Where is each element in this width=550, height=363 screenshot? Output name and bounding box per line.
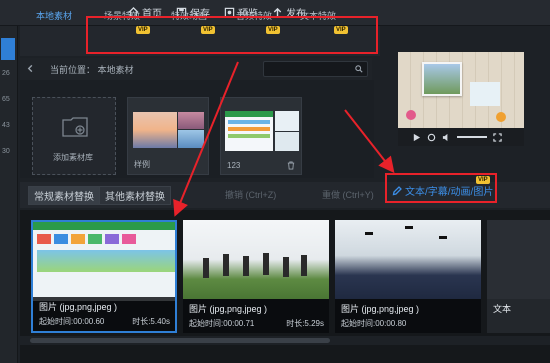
thumbnail-pink [178, 112, 204, 129]
thumbnail-webpage [225, 111, 273, 151]
rail-number: 65 [2, 96, 10, 103]
volume-icon[interactable] [442, 133, 451, 142]
volume-slider[interactable] [457, 136, 487, 138]
rail-number: 30 [2, 148, 10, 155]
tab-local-materials[interactable]: 本地素材 [36, 0, 72, 30]
player-controls [398, 128, 524, 146]
redo-button[interactable]: 重做 (Ctrl+Y) [322, 188, 374, 201]
search-icon [355, 65, 363, 73]
frame-start: 起始时间:00:00.80 [341, 319, 407, 328]
decor-flower [496, 112, 506, 122]
tab-other-replace[interactable]: 其他素材替换 [99, 186, 171, 205]
rail-number: 26 [2, 70, 10, 77]
frame-thumbnail-graduation [335, 220, 481, 299]
breadcrumb-value: 本地素材 [97, 65, 134, 75]
thumbnail-blue [178, 130, 204, 148]
breadcrumb: 当前位置： 本地素材 [50, 63, 134, 76]
folder-label: 123 [227, 161, 241, 170]
timeline-frame[interactable]: 图片 (jpg,png,jpeg ) 起始时间:00:00.80 [335, 220, 481, 333]
preview-canvas[interactable] [398, 52, 524, 128]
frame-type: 图片 (jpg,png,jpeg ) [189, 304, 268, 314]
trash-icon[interactable] [287, 161, 295, 170]
scrollbar-thumb[interactable] [30, 338, 330, 343]
play-icon[interactable] [412, 133, 421, 142]
tab-label: 常规素材替换 [34, 192, 94, 203]
left-rail: 26 65 43 30 [0, 26, 18, 363]
photo-small [470, 82, 500, 106]
redo-label: 重做 (Ctrl+Y) [322, 190, 374, 200]
folder-label: 样例 [134, 160, 150, 169]
breadcrumb-label: 当前位置： [50, 65, 96, 75]
photo-frame [422, 62, 462, 96]
text-button-label: 文本/字幕/动画/图片 [405, 187, 494, 198]
timeline-frame-text[interactable]: 文本 [487, 220, 550, 333]
text-subtitle-button[interactable]: 文本/字幕/动画/图片 [392, 183, 493, 198]
tab-regular-replace[interactable]: 常规素材替换 [28, 186, 100, 205]
frame-type: 文本 [493, 304, 512, 314]
add-library-label: 添加素材库 [53, 153, 93, 162]
highlight-box-effects [86, 16, 378, 54]
frame-type: 图片 (jpg,png,jpeg ) [39, 302, 118, 312]
tab-label: 其他素材替换 [105, 192, 165, 203]
frame-start: 起始时间:00:00.71 [189, 319, 255, 328]
thumbnail-sunset [133, 112, 177, 148]
frame-thumbnail-jumping [183, 220, 329, 299]
timeline-frame[interactable]: 图片 (jpg,png,jpeg ) 起始时间:00:00.60 时长:5.40… [31, 220, 177, 333]
material-folder-sample[interactable]: 样例 [127, 97, 209, 175]
frame-duration: 时长:5.29s [286, 319, 324, 328]
thumbnail-small [275, 132, 299, 151]
timeline-frame[interactable]: 图片 (jpg,png,jpeg ) 起始时间:00:00.71 时长:5.29… [183, 220, 329, 333]
back-arrow-icon[interactable] [26, 64, 35, 73]
decor-flower [406, 110, 416, 120]
pencil-icon [392, 185, 402, 195]
folder-add-icon [62, 117, 88, 137]
fullscreen-icon[interactable] [493, 132, 502, 142]
frame-start: 起始时间:00:00.60 [39, 317, 105, 326]
vip-badge: VIP [476, 176, 490, 184]
loop-icon[interactable] [427, 133, 436, 142]
frame-duration: 时长:5.40s [132, 317, 170, 326]
undo-button[interactable]: 撤销 (Ctrl+Z) [225, 188, 276, 201]
tab-label: 本地素材 [36, 10, 73, 21]
add-library-tile[interactable]: 添加素材库 [32, 97, 116, 175]
horizontal-scrollbar[interactable] [20, 336, 550, 345]
material-folder-123[interactable]: 123 [220, 97, 302, 175]
frame-type: 图片 (jpg,png,jpeg ) [341, 304, 420, 314]
frame-thumbnail-webpage [33, 222, 175, 301]
active-rail-marker[interactable] [1, 38, 15, 60]
search-input[interactable] [263, 61, 368, 77]
undo-label: 撤销 (Ctrl+Z) [225, 190, 277, 200]
rail-number: 43 [2, 122, 10, 129]
thumbnail-small [275, 111, 299, 131]
